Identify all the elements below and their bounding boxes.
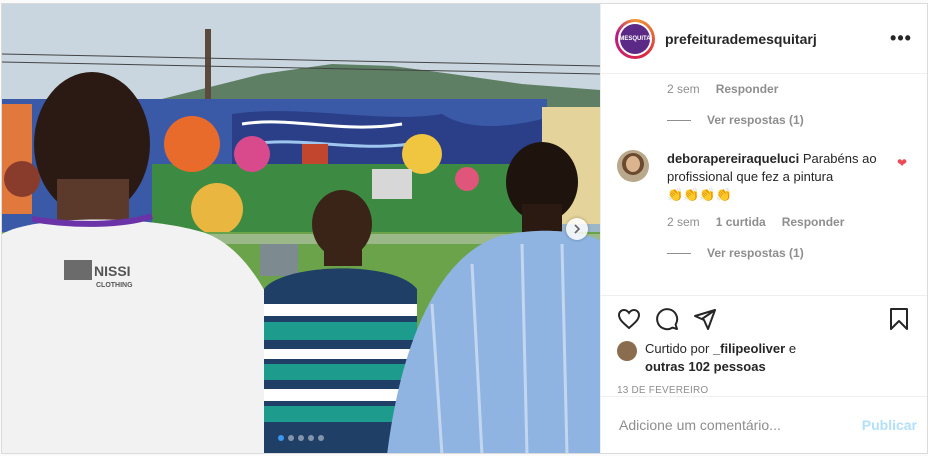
likes-others[interactable]: outras 102 pessoas [645,359,766,374]
post-photo[interactable]: NISSI CLOTHING [2,4,600,453]
comment-meta: 2 sem 1 curtida Responder [667,215,911,229]
view-replies-label: Ver respostas (1) [707,246,804,260]
share-direct-icon[interactable] [693,307,717,331]
comment-time: 2 sem [667,215,700,229]
shirt-brand-sub: CLOTHING [96,282,133,289]
likes-prefix: Curtido por [645,341,710,356]
replies-line [667,119,691,121]
likes-suffix: e [788,341,797,356]
author-username[interactable]: prefeiturademesquitarj [665,31,889,47]
carousel-next-button[interactable] [566,218,588,240]
replies-line [667,252,691,254]
likes-text: Curtido por _filipeoliver e outras 102 p… [645,340,796,376]
reply-button[interactable]: Responder [782,215,845,229]
comment-item: deborapereiraqueluci Parabéns ao profiss… [617,150,911,204]
comment-body: deborapereiraqueluci Parabéns ao profiss… [667,150,897,204]
comment-input[interactable] [617,416,862,434]
commenter-username[interactable]: deborapereiraqueluci [667,151,799,166]
view-replies-button[interactable]: Ver respostas (1) [667,113,911,127]
like-heart-icon[interactable] [617,307,641,331]
comment-likes-count[interactable]: 1 curtida [716,215,766,229]
author-avatar[interactable]: MESQUITA [615,18,655,59]
shirt-brand: NISSI [94,263,131,279]
carousel-dot [278,435,284,441]
liker-avatar[interactable] [617,341,637,361]
photo-scene: NISSI CLOTHING [2,4,600,453]
comment-time: 2 sem [667,82,700,96]
avatar-frame: MESQUITA [618,21,652,56]
author-avatar-logo: MESQUITA [619,23,651,54]
add-comment-bar: Publicar [601,396,927,453]
comment-bubble-icon[interactable] [655,307,679,331]
carousel-dot [318,435,324,441]
post-date[interactable]: 13 DE FEVEREIRO [617,385,911,396]
publish-button[interactable]: Publicar [862,417,917,433]
chevron-right-icon [574,224,581,234]
carousel-dot [288,435,294,441]
post-sidebar: MESQUITA prefeiturademesquitarj ••• 2 se… [600,4,927,453]
commenter-avatar[interactable] [617,150,649,182]
view-replies-button[interactable]: Ver respostas (1) [667,246,911,260]
post-actions: Curtido por _filipeoliver e outras 102 p… [601,295,927,396]
carousel-dot [308,435,314,441]
post-header: MESQUITA prefeiturademesquitarj ••• [601,4,927,74]
comment-meta: 2 sem Responder [667,82,911,96]
avatar-face [626,156,640,172]
likes-summary: Curtido por _filipeoliver e outras 102 p… [617,340,911,376]
comment-like-heart-icon[interactable]: ❤ [897,156,907,170]
reply-button[interactable]: Responder [716,82,779,96]
comments-list: 2 sem Responder Ver respostas (1) debora… [601,74,927,295]
carousel-indicator [2,435,600,441]
save-bookmark-icon[interactable] [887,307,911,331]
action-icons [617,306,911,332]
post-dialog: NISSI CLOTHING MESQUITA prefeiturademesq… [1,3,928,454]
carousel-dot [298,435,304,441]
view-replies-label: Ver respostas (1) [707,113,804,127]
more-options-icon[interactable]: ••• [889,28,913,49]
liker-username[interactable]: _filipeoliver [713,341,785,356]
comment-emoji: 👏👏👏👏 [667,187,732,202]
